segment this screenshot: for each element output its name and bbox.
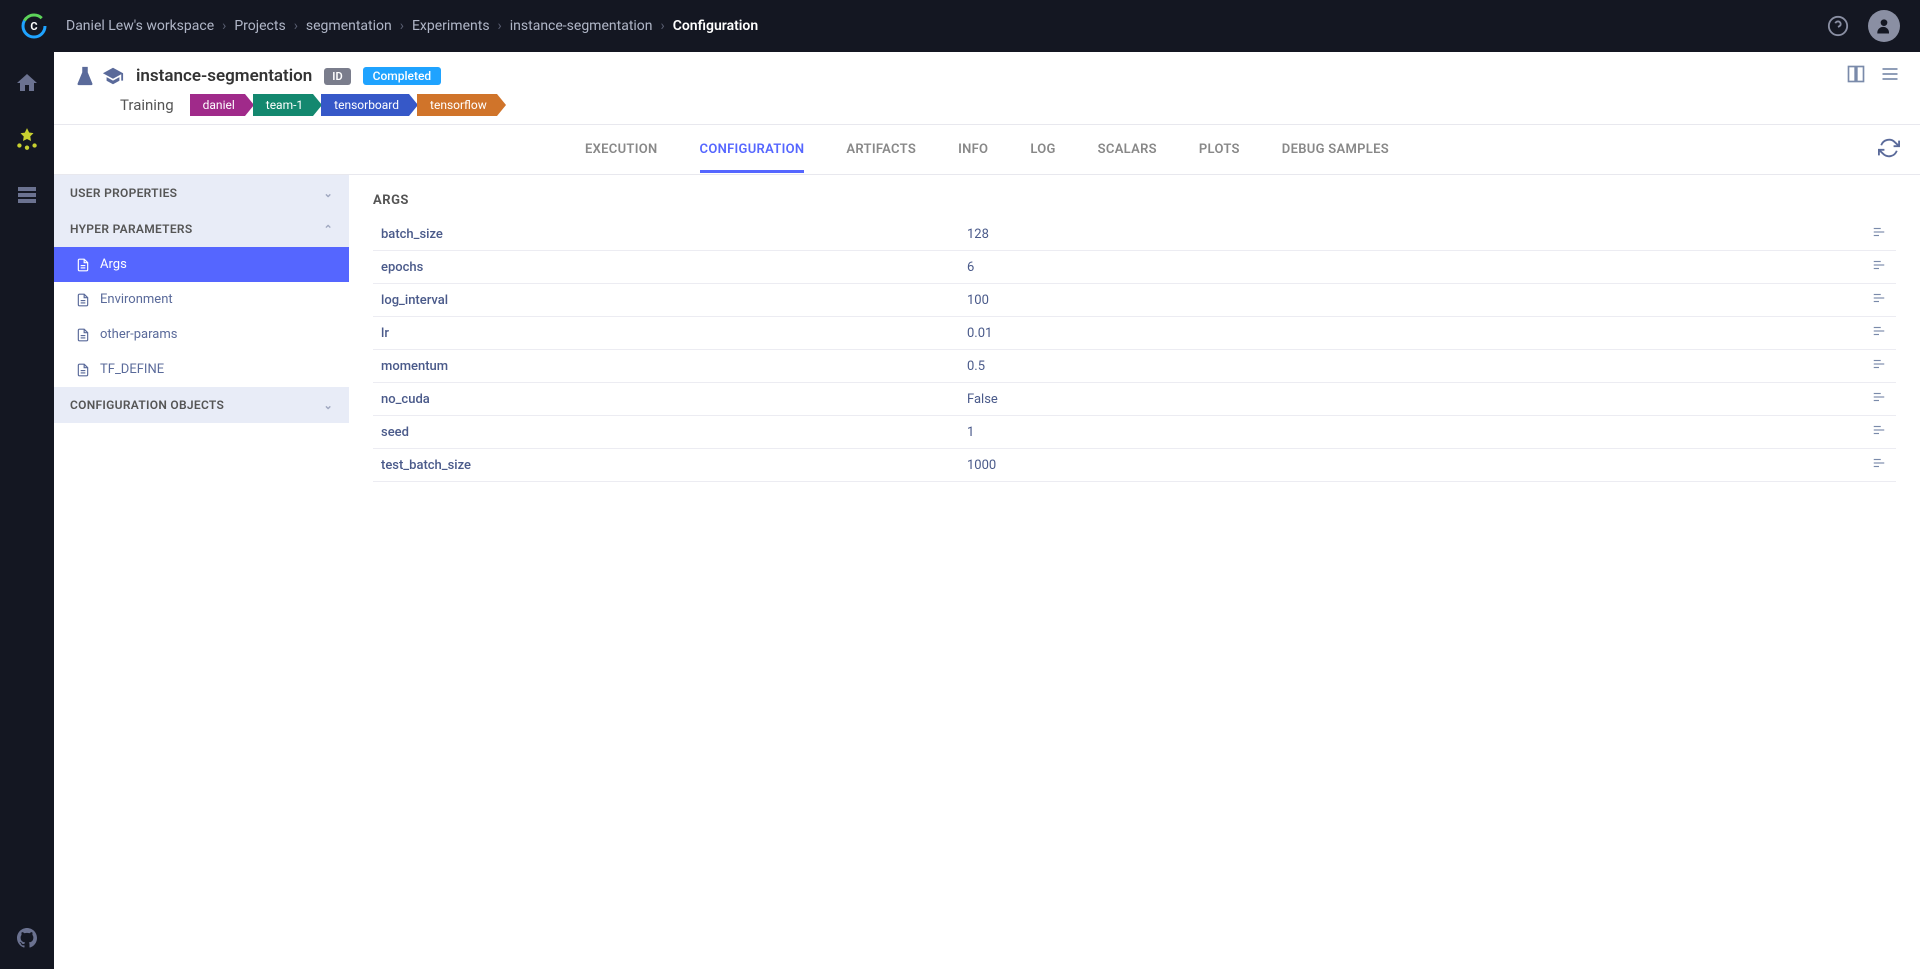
param-value: 0.5: [967, 359, 1870, 374]
user-avatar[interactable]: [1868, 10, 1900, 42]
breadcrumb-current: Configuration: [673, 18, 758, 34]
tabs-row: EXECUTION CONFIGURATION ARTIFACTS INFO LOG SC…: [54, 125, 1920, 175]
task-name: instance-segmentation: [136, 66, 312, 86]
param-value: 0.01: [967, 326, 1870, 341]
tab-execution[interactable]: EXECUTION: [585, 126, 658, 173]
param-action-icon[interactable]: [1870, 258, 1888, 276]
chevron-down-icon: ⌄: [323, 399, 333, 412]
sidebar-item-label: Environment: [100, 292, 173, 307]
breadcrumb-workspace[interactable]: Daniel Lew's workspace: [66, 18, 214, 34]
sidebar-item-tf-define[interactable]: TF_DEFINE: [54, 352, 349, 387]
tag-daniel[interactable]: daniel: [190, 94, 245, 116]
data-area: ARGS batch_size128epochs6log_interval100…: [349, 175, 1920, 969]
chevron-down-icon: ⌄: [323, 187, 333, 200]
tab-info[interactable]: INFO: [958, 126, 988, 173]
file-icon: [76, 363, 90, 377]
sidebar-item-environment[interactable]: Environment: [54, 282, 349, 317]
tab-plots[interactable]: PLOTS: [1199, 126, 1240, 173]
logo[interactable]: C: [20, 12, 48, 40]
param-row-momentum[interactable]: momentum0.5: [373, 350, 1896, 383]
sidebar-item-label: Args: [100, 257, 127, 272]
tab-debug-samples[interactable]: DEBUG SAMPLES: [1282, 126, 1389, 173]
param-name: no_cuda: [381, 392, 967, 407]
param-name: lr: [381, 326, 967, 341]
param-action-icon[interactable]: [1870, 357, 1888, 375]
status-badge: Completed: [363, 67, 442, 85]
breadcrumb-task[interactable]: instance-segmentation: [510, 18, 653, 34]
tab-artifacts[interactable]: ARTIFACTS: [846, 126, 916, 173]
param-name: momentum: [381, 359, 967, 374]
param-row-seed[interactable]: seed1: [373, 416, 1896, 449]
home-icon[interactable]: [14, 70, 40, 96]
tag-team-1[interactable]: team-1: [253, 94, 313, 116]
sidebar-section-user-properties[interactable]: USER PROPERTIES⌄: [54, 175, 349, 211]
tab-configuration[interactable]: CONFIGURATION: [700, 126, 805, 173]
breadcrumb-project[interactable]: segmentation: [306, 18, 392, 34]
param-action-icon[interactable]: [1870, 225, 1888, 243]
param-name: log_interval: [381, 293, 967, 308]
id-badge[interactable]: ID: [324, 68, 350, 85]
help-icon[interactable]: [1824, 12, 1852, 40]
tab-scalars[interactable]: SCALARS: [1098, 126, 1157, 173]
param-row-batch_size[interactable]: batch_size128: [373, 218, 1896, 251]
file-icon: [76, 293, 90, 307]
param-name: seed: [381, 425, 967, 440]
param-value: False: [967, 392, 1870, 407]
param-value: 6: [967, 260, 1870, 275]
param-action-icon[interactable]: [1870, 423, 1888, 441]
tab-log[interactable]: LOG: [1030, 126, 1055, 173]
menu-icon[interactable]: [1880, 64, 1900, 88]
sidebar-item-args[interactable]: Args: [54, 247, 349, 282]
param-row-lr[interactable]: lr0.01: [373, 317, 1896, 350]
param-name: test_batch_size: [381, 458, 967, 473]
param-row-log_interval[interactable]: log_interval100: [373, 284, 1896, 317]
tag-tensorflow[interactable]: tensorflow: [417, 94, 497, 116]
tag-tensorboard[interactable]: tensorboard: [321, 94, 409, 116]
breadcrumb-experiments[interactable]: Experiments: [412, 18, 490, 34]
param-name: epochs: [381, 260, 967, 275]
param-action-icon[interactable]: [1870, 390, 1888, 408]
view-mode-icon[interactable]: [1846, 64, 1866, 88]
breadcrumb: Daniel Lew's workspace › Projects › segm…: [66, 18, 758, 34]
param-row-epochs[interactable]: epochs6: [373, 251, 1896, 284]
sidebar-item-label: other-params: [100, 327, 177, 342]
param-action-icon[interactable]: [1870, 291, 1888, 309]
flask-icon: [74, 65, 96, 87]
file-icon: [76, 328, 90, 342]
github-icon[interactable]: [14, 925, 40, 951]
config-sidebar: USER PROPERTIES⌄HYPER PARAMETERS⌃ Args Env…: [54, 175, 349, 969]
param-value: 100: [967, 293, 1870, 308]
section-title: ARGS: [373, 193, 1896, 208]
param-action-icon[interactable]: [1870, 456, 1888, 474]
param-value: 128: [967, 227, 1870, 242]
task-type: Training: [120, 96, 174, 114]
refresh-icon[interactable]: [1878, 137, 1900, 163]
breadcrumb-projects[interactable]: Projects: [234, 18, 285, 34]
workers-icon[interactable]: [14, 182, 40, 208]
education-icon: [102, 65, 124, 87]
file-icon: [76, 258, 90, 272]
param-value: 1000: [967, 458, 1870, 473]
sidebar-item-other-params[interactable]: other-params: [54, 317, 349, 352]
left-rail: [0, 52, 54, 969]
svg-text:C: C: [30, 20, 37, 33]
task-header: instance-segmentation ID Completed Train…: [54, 52, 1920, 125]
sidebar-section-configuration-objects[interactable]: CONFIGURATION OBJECTS⌄: [54, 387, 349, 423]
param-row-test_batch_size[interactable]: test_batch_size1000: [373, 449, 1896, 482]
projects-icon[interactable]: [14, 126, 40, 152]
chevron-up-icon: ⌃: [323, 223, 333, 236]
param-row-no_cuda[interactable]: no_cudaFalse: [373, 383, 1896, 416]
param-value: 1: [967, 425, 1870, 440]
param-name: batch_size: [381, 227, 967, 242]
sidebar-item-label: TF_DEFINE: [100, 362, 164, 377]
param-action-icon[interactable]: [1870, 324, 1888, 342]
sidebar-section-hyper-parameters[interactable]: HYPER PARAMETERS⌃: [54, 211, 349, 247]
top-bar: C Daniel Lew's workspace › Projects › se…: [0, 0, 1920, 52]
